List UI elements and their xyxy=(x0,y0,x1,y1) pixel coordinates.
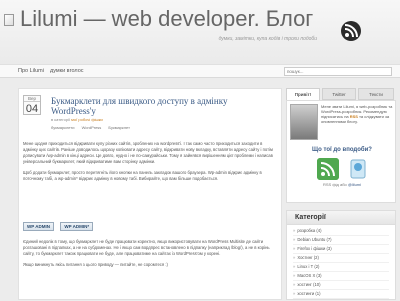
category-item[interactable]: хостинг (10) xyxy=(293,281,389,290)
profile-text: Мене звати Lilumi, я web-розробник та Wo… xyxy=(321,104,394,124)
search-input[interactable] xyxy=(284,67,392,76)
twitter-account-link[interactable]: @lilumi xyxy=(348,182,361,187)
wp-admin-newtab-button[interactable]: WP ADMIN* xyxy=(60,222,94,231)
post-paragraph: Щоб додати букмарклет, просто перетягніт… xyxy=(23,170,262,181)
tab-twitter[interactable]: Twitter xyxy=(322,88,356,100)
tab-hello[interactable]: Привіт! xyxy=(286,88,320,100)
post-paragraph: Якщо виникнуть якісь питання з цього при… xyxy=(23,262,168,267)
follow-row: RSS фід або @lilumi xyxy=(287,182,397,187)
nav-item-about[interactable]: Про Lilumi xyxy=(18,68,44,74)
post-paragraph: Мене щодня приходиться відкривати купу р… xyxy=(23,141,273,164)
site-header: Lilumi — web developer. Блог думки, замі… xyxy=(0,0,400,64)
profile-panel: Мене звати Lilumi, я web-розробник та Wo… xyxy=(286,100,396,203)
post-title[interactable]: Букмарклети для швидкого доступу в адмін… xyxy=(51,96,271,116)
nav-item-thoughts[interactable]: думки вголос xyxy=(50,68,84,74)
post-date: Вер 04 xyxy=(23,95,41,115)
feed-icon[interactable] xyxy=(317,158,339,180)
category-item[interactable]: хостинги (1) xyxy=(293,290,389,299)
tag-link[interactable]: букмарклети xyxy=(51,125,74,130)
site-tagline: думки, замітки, купа кодів і трохи подоб… xyxy=(218,36,317,42)
post-body: Мене щодня приходиться відкривати купу р… xyxy=(23,141,277,187)
tag-link[interactable]: WordPress xyxy=(82,125,102,130)
wp-admin-button[interactable]: WP ADMIN xyxy=(23,222,54,231)
category-item[interactable]: Хостинг (2) xyxy=(293,254,389,263)
post-tags: букмарклети WordPress Букмарклет xyxy=(51,125,136,130)
post-meta-prefix: в категорії xyxy=(51,117,71,122)
post-date-day: 04 xyxy=(25,103,39,115)
categories-panel: Категорії розробка (4) Debian Ubuntu (7)… xyxy=(286,210,396,300)
follow-or-label: або xyxy=(339,182,347,187)
categories-title: Категорії xyxy=(287,211,395,225)
top-nav: Про Lilumi думки вголос xyxy=(0,64,400,78)
follow-rss-label[interactable]: RSS фід xyxy=(323,182,339,187)
category-item[interactable]: Firefox і фішки (3) xyxy=(293,245,389,254)
tag-link[interactable]: Букмарклет xyxy=(108,125,130,130)
category-item[interactable]: Debian Ubuntu (7) xyxy=(293,236,389,245)
post-paragraph: Єдиний недолік в тому, що букмарклет не … xyxy=(23,239,270,256)
post-body-continued: Єдиний недолік в тому, що букмарклет не … xyxy=(23,239,277,273)
site-title[interactable]: Lilumi — web developer. Блог xyxy=(20,6,313,32)
follow-question: Що тої до вподоби? xyxy=(312,147,372,153)
post-content: Вер 04 Букмарклети для швидкого доступу … xyxy=(18,88,282,300)
rss-icon[interactable] xyxy=(340,20,362,42)
categories-list: розробка (4) Debian Ubuntu (7) Firefox і… xyxy=(287,225,395,301)
category-item[interactable]: MacOS X (3) xyxy=(293,272,389,281)
tab-texts[interactable]: Тексти xyxy=(358,88,394,100)
twitter-icon[interactable] xyxy=(349,158,367,180)
post-meta: в категорії мої робочі фішки xyxy=(51,117,103,122)
category-item[interactable]: розробка (4) xyxy=(293,227,389,236)
avatar xyxy=(290,104,318,140)
bookmarklet-buttons: WP ADMIN WP ADMIN* xyxy=(23,222,98,231)
post-category-link[interactable]: мої робочі фішки xyxy=(71,117,103,122)
logo-icon[interactable] xyxy=(4,14,14,26)
sidebar-tabs: Привіт! Twitter Тексти xyxy=(286,88,396,100)
category-item[interactable]: Linux і Т (2) xyxy=(293,263,389,272)
